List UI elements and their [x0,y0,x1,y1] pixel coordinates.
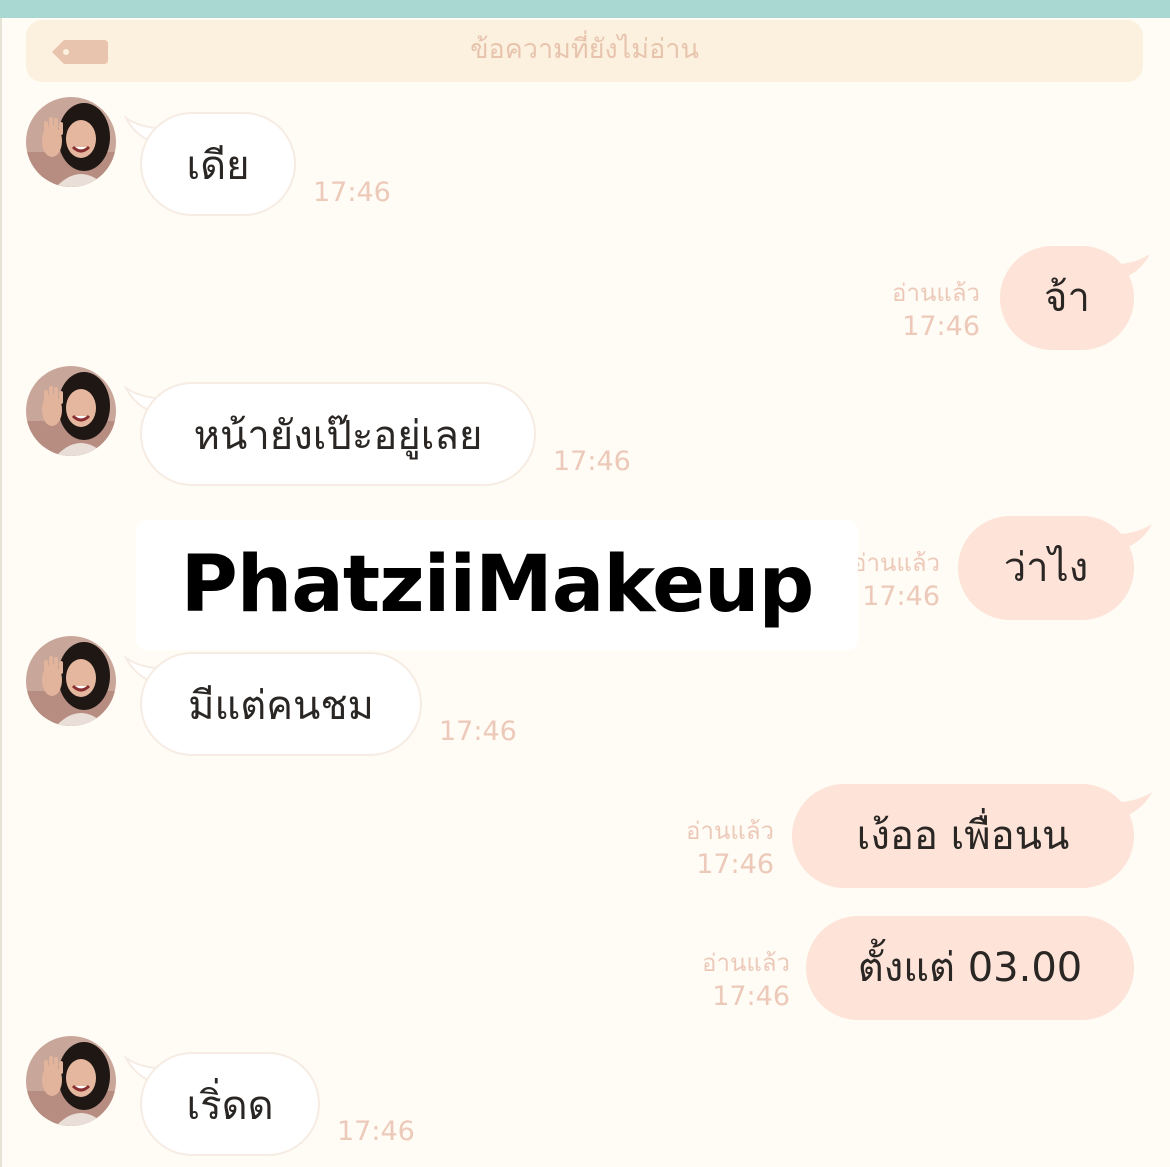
message-time: 17:46 [313,177,391,208]
incoming-message-bubble[interactable]: เดีย [140,112,296,216]
message-meta: อ่านแล้ว 17:46 [820,276,980,344]
sender-avatar[interactable] [26,636,116,726]
message-time: 17:46 [439,716,517,747]
read-receipt: อ่านแล้ว [686,817,774,845]
incoming-message-bubble[interactable]: หน้ายังเป๊ะอยู่เลย [140,382,536,486]
unread-messages-banner: ข้อความที่ยังไม่อ่าน [26,20,1143,82]
message-time: 17:46 [712,981,790,1012]
watermark-text: PhatziiMakeup [180,540,815,630]
sender-avatar[interactable] [26,97,116,187]
outgoing-message-bubble[interactable]: ว่าไง [958,516,1134,620]
incoming-message-bubble[interactable]: มีแต่คนชม [140,652,422,756]
message-time: 17:46 [696,849,774,880]
incoming-message-bubble[interactable]: เริ่ดด [140,1052,320,1156]
message-meta: อ่านแล้ว 17:46 [630,946,790,1014]
read-receipt: อ่านแล้ว [702,949,790,977]
left-divider [0,18,2,1167]
message-time: 17:46 [337,1116,415,1147]
outgoing-message-bubble[interactable]: ตั้งแต่ 03.00 [806,916,1134,1020]
sender-avatar[interactable] [26,1036,116,1126]
message-meta: อ่านแล้ว 17:46 [614,814,774,882]
unread-banner-text: ข้อความที่ยังไม่อ่าน [470,34,699,65]
watermark-overlay: PhatziiMakeup [136,520,858,650]
message-time: 17:46 [902,311,980,342]
message-time: 17:46 [553,446,631,477]
outgoing-message-bubble[interactable]: เง้ออ เพื่อนน [792,784,1134,888]
read-receipt: อ่านแล้ว [892,279,980,307]
top-status-strip [0,0,1170,18]
sender-avatar[interactable] [26,366,116,456]
outgoing-message-bubble[interactable]: จ้า [1000,246,1134,350]
